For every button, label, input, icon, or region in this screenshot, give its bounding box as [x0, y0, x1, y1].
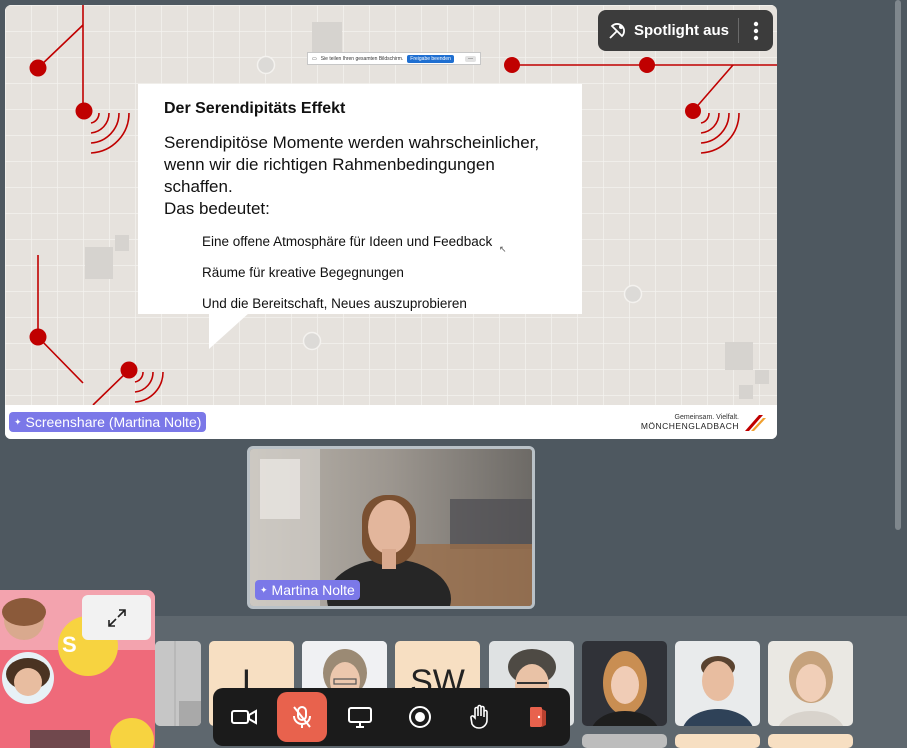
- expand-view-button[interactable]: [82, 595, 151, 640]
- participant-tile[interactable]: [582, 641, 667, 726]
- raise-hand-icon: [470, 704, 488, 729]
- mic-off-icon: [293, 706, 311, 728]
- share-indicator-icon: ▭: [312, 55, 317, 62]
- leave-meeting-button[interactable]: [513, 692, 563, 742]
- slide-intro-line: wenn wir die richtigen Rahmenbedingungen…: [164, 155, 495, 196]
- speaker-name-label: Martina Nolte: [271, 582, 355, 598]
- slide-bullet-list: Eine offene Atmosphäre für Ideen und Fee…: [164, 232, 556, 325]
- participant-tile[interactable]: [768, 641, 853, 726]
- participant-tile[interactable]: [155, 641, 201, 726]
- slide-bullet: Räume für kreative Begegnungen: [202, 265, 404, 280]
- logo-city: MÖNCHENGLADBACH: [640, 420, 739, 431]
- camera-toggle-button[interactable]: [219, 692, 269, 742]
- expand-icon: [107, 608, 126, 627]
- spotlight-off-icon: [609, 22, 625, 39]
- slide-title: Der Serendipitäts Effekt: [164, 100, 346, 117]
- stop-sharing-button[interactable]: Freigabe beenden: [407, 54, 454, 63]
- speaker-name-tag: ✦ Martina Nolte: [255, 580, 360, 600]
- slide-bullet: Und die Bereitschaft, Neues auszuprobier…: [202, 296, 467, 311]
- more-vertical-icon[interactable]: [747, 20, 765, 42]
- leave-icon: [530, 707, 546, 727]
- screen-share-indicator: ▭ Sie teilen Ihren gesamten Bildschirm. …: [307, 52, 481, 65]
- participant-tile[interactable]: [582, 734, 667, 748]
- screen-share-button[interactable]: [335, 692, 385, 742]
- camera-icon: [231, 709, 257, 725]
- slide-intro-line: Das bedeutet:: [164, 199, 270, 218]
- record-button[interactable]: [395, 692, 445, 742]
- spotlight-divider: [738, 18, 739, 43]
- participant-tile[interactable]: [675, 734, 760, 748]
- mic-toggle-button[interactable]: [277, 692, 327, 742]
- sparkle-icon: ✦: [260, 584, 268, 595]
- record-icon: [409, 706, 431, 728]
- meeting-control-bar: [213, 688, 570, 746]
- screenshare-name-tag: ✦ Screenshare (Martina Nolte): [9, 412, 207, 432]
- speech-bubble-tail: [209, 313, 249, 349]
- minimize-indicator-button[interactable]: —: [465, 55, 476, 62]
- raise-hand-button[interactable]: [455, 692, 505, 742]
- screenshare-owner-label: Screenshare (Martina Nolte): [25, 414, 202, 430]
- slide-intro-line: Serendipitöse Momente werden wahrscheinl…: [164, 133, 540, 152]
- sparkle-icon: ✦: [14, 416, 22, 427]
- participant-video: [582, 641, 667, 726]
- screen-share-icon: [348, 707, 372, 728]
- participant-tile[interactable]: [675, 641, 760, 726]
- participant-video: [675, 641, 760, 726]
- page-scrollbar[interactable]: [895, 0, 901, 530]
- participant-video: [155, 641, 201, 726]
- city-logo: Gemeinsam. Vielfalt. MÖNCHENGLADBACH: [641, 411, 767, 433]
- participant-video: [768, 641, 853, 726]
- logo-tagline: Gemeinsam. Vielfalt.: [674, 413, 739, 421]
- spotlight-toggle-button[interactable]: Spotlight aus: [598, 10, 773, 51]
- participant-tile[interactable]: [768, 734, 853, 748]
- screenshare-view[interactable]: ▭ Sie teilen Ihren gesamten Bildschirm. …: [5, 5, 777, 439]
- slide-intro: Serendipitöse Momente werden wahrscheinl…: [164, 132, 556, 220]
- slide-text-card: Der Serendipitäts Effekt Serendipitöse M…: [138, 84, 582, 314]
- svg-text:S: S: [62, 632, 77, 657]
- city-logo-mark-icon: [745, 415, 766, 431]
- spotlight-label: Spotlight aus: [634, 22, 729, 39]
- share-indicator-text: Sie teilen Ihren gesamten Bildschirm.: [320, 55, 404, 62]
- mouse-cursor-icon: ↖: [499, 245, 507, 255]
